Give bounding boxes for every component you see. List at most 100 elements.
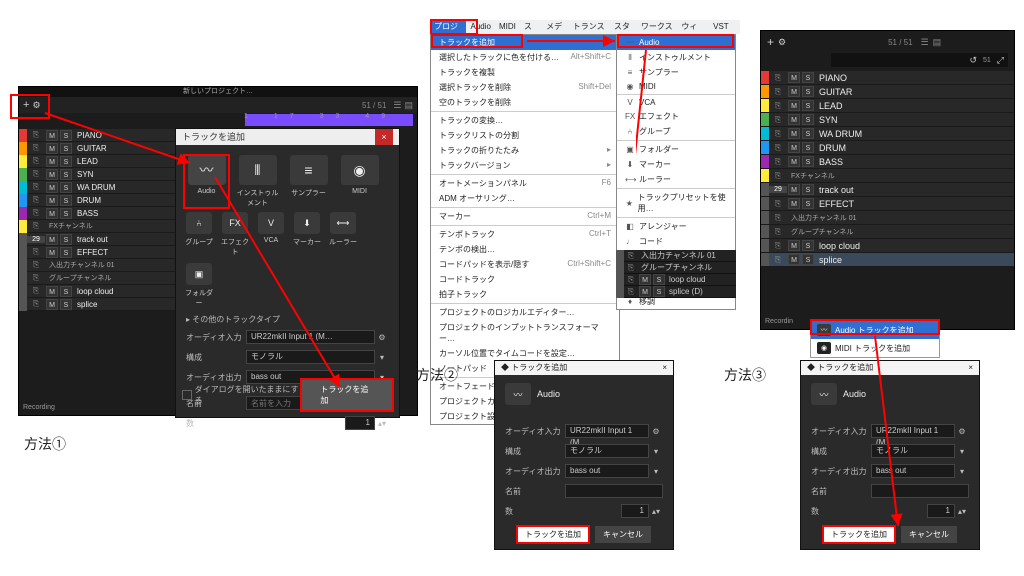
track-row[interactable]: ⎘MSLEAD (761, 99, 1014, 113)
mute-button[interactable]: M (46, 143, 58, 154)
menu-item[interactable]: トラックの折りたたみ▸ (431, 143, 619, 158)
gear-icon[interactable]: ⚙ (955, 427, 969, 436)
track-type-エフェクト[interactable]: FXエフェクト (220, 212, 250, 257)
name-input[interactable] (565, 484, 663, 498)
submenu-item[interactable]: VVCA (617, 96, 735, 109)
mute-button[interactable]: M (788, 114, 800, 125)
menu-item[interactable]: トラックを複製 (431, 65, 619, 80)
solo-button[interactable]: S (802, 142, 814, 153)
add-track-button[interactable]: トラックを追加 (301, 379, 393, 411)
count-stepper[interactable]: 1 (927, 504, 955, 518)
menu-item[interactable]: MIDI (495, 20, 520, 34)
toolbar-icon[interactable]: ▤ (404, 100, 413, 111)
menu-item[interactable]: マーカーCtrl+M (431, 209, 619, 224)
solo-button[interactable]: S (802, 240, 814, 251)
menu-item[interactable]: VST Cloud (709, 20, 740, 34)
submenu-item[interactable]: ⫴インストゥルメント (617, 50, 735, 65)
mute-button[interactable]: M (46, 182, 58, 193)
track-type-サンプラー[interactable]: ≡サンプラー (286, 155, 331, 208)
close-icon[interactable]: × (375, 129, 393, 145)
track-type-midi[interactable]: ◉MIDI (337, 155, 382, 208)
solo-button[interactable]: S (802, 128, 814, 139)
track-row[interactable]: ⎘グループチャンネル (616, 262, 736, 274)
toolbar-icon[interactable]: ☰ (921, 37, 929, 48)
mute-button[interactable]: M (46, 156, 58, 167)
gear-icon[interactable]: ⚙ (649, 427, 663, 436)
mute-button[interactable]: M (788, 100, 800, 111)
track-type-インストゥルメント[interactable]: ⫴インストゥルメント (235, 155, 280, 208)
mute-button[interactable]: M (46, 247, 58, 258)
mute-button[interactable]: M (788, 86, 800, 97)
mute-button[interactable]: M (788, 156, 800, 167)
menu-item[interactable]: ウィンドウ (677, 20, 709, 34)
submenu-item[interactable]: FXエフェクト (617, 109, 735, 124)
submenu-item[interactable]: ≡サンプラー (617, 65, 735, 80)
solo-button[interactable]: S (60, 234, 72, 245)
menu-item[interactable]: 拍子トラック (431, 287, 619, 302)
solo-button[interactable]: S (802, 156, 814, 167)
mute-button[interactable]: M (788, 72, 800, 83)
menu-item[interactable]: ADM オーサリング… (431, 191, 619, 206)
mute-button[interactable]: M (46, 130, 58, 141)
track-type-ルーラー[interactable]: ⟷ルーラー (328, 212, 358, 257)
solo-button[interactable]: S (802, 72, 814, 83)
cancel-button[interactable]: キャンセル (901, 526, 957, 543)
mute-button[interactable]: M (46, 208, 58, 219)
solo-button[interactable]: S (60, 156, 72, 167)
audio-output-select[interactable]: bass out (565, 464, 649, 478)
config-select[interactable]: モノラル (565, 444, 649, 458)
menu-item[interactable]: スタジオ (610, 20, 637, 34)
track-row[interactable]: ⎘グループチャンネル (761, 225, 1014, 239)
menu-item[interactable]: 空のトラックを削除 (431, 95, 619, 110)
menu-item[interactable]: ワークスペース (637, 20, 678, 34)
track-row[interactable]: ⎘MSWA DRUM (761, 127, 1014, 141)
menu-item[interactable]: トランスポート (569, 20, 610, 34)
audio-input-select[interactable]: UR22mkII Input 1 (M… (565, 424, 649, 438)
submenu-item[interactable]: ★トラックプリセットを使用… (617, 190, 735, 216)
menu-item[interactable]: カーソル位置でタイムコードを設定… (431, 346, 619, 361)
mute-button[interactable]: M (46, 234, 58, 245)
menu-item[interactable]: プロジェクトのロジカルエディター… (431, 305, 619, 320)
track-row[interactable]: ⎘MSGUITAR (761, 85, 1014, 99)
track-row[interactable]: ⎘FXチャンネル (761, 169, 1014, 183)
mute-button[interactable]: M (788, 198, 800, 209)
add-track-button[interactable]: トラックを追加 (517, 526, 589, 543)
track-type-マーカー[interactable]: ⬇マーカー (292, 212, 322, 257)
submenu-item[interactable]: ⑃グループ (617, 124, 735, 139)
mute-button[interactable]: M (46, 169, 58, 180)
track-row[interactable]: ⎘入出力チャンネル 01 (761, 211, 1014, 225)
track-row[interactable]: ⎘入出力チャンネル 01 (616, 250, 736, 262)
name-input[interactable] (871, 484, 969, 498)
solo-button[interactable]: S (60, 130, 72, 141)
submenu-item[interactable]: ◉MIDI (617, 80, 735, 93)
track-row[interactable]: ⎘MSBASS (761, 155, 1014, 169)
submenu-item[interactable]: ▣フォルダー (617, 142, 735, 157)
menu-item[interactable]: コードパッドを表示/隠すCtrl+Shift+C (431, 257, 619, 272)
solo-button[interactable]: S (802, 198, 814, 209)
toolbar-icon[interactable]: ☰ (393, 100, 401, 111)
audio-input-select[interactable]: UR22mkII Input 1 (M… (246, 330, 375, 344)
track-row[interactable]: ⎘MSsplice (761, 253, 1014, 267)
toolbar-icon[interactable]: ▤ (933, 37, 942, 48)
track-type-フォルダー[interactable]: ▣フォルダー (184, 263, 214, 308)
solo-button[interactable]: S (60, 247, 72, 258)
add-track-button[interactable]: トラックを追加 (823, 526, 895, 543)
solo-button[interactable]: S (802, 86, 814, 97)
solo-button[interactable]: S (60, 208, 72, 219)
track-row[interactable]: ⎘MSSYN (761, 113, 1014, 127)
audio-output-select[interactable]: bass out (871, 464, 955, 478)
track-type-グループ[interactable]: ⑃グループ (184, 212, 214, 257)
toolbar-icon[interactable]: ⤢ (997, 55, 1004, 66)
plus-icon[interactable]: + (767, 35, 774, 49)
submenu-item[interactable]: ⬇マーカー (617, 157, 735, 172)
config-select[interactable]: モノラル (246, 350, 375, 364)
solo-button[interactable]: S (60, 169, 72, 180)
context-item[interactable]: ◉MIDI トラックを追加 (811, 339, 939, 357)
menu-item[interactable]: プロジェクトのインプットトランスフォーマー… (431, 320, 619, 346)
menu-item[interactable]: テンポトラックCtrl+T (431, 227, 619, 242)
mute-button[interactable]: M (788, 240, 800, 251)
count-stepper[interactable]: 1 (345, 416, 375, 430)
cancel-button[interactable]: キャンセル (595, 526, 651, 543)
mute-button[interactable]: M (788, 184, 800, 195)
other-types-expander[interactable]: ▸ その他のトラックタイプ (176, 312, 399, 327)
